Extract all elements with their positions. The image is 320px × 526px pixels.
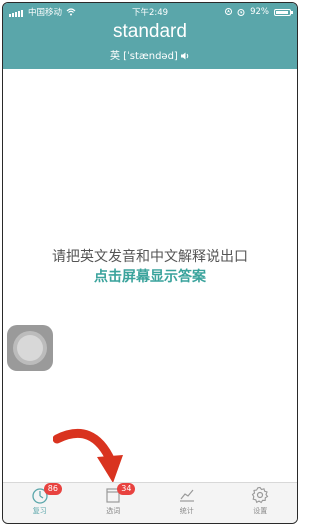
tab-stats-label: 统计 [179,507,194,515]
speaker-icon[interactable] [181,52,190,60]
alarm-icon [237,9,245,16]
phone-screen: 中国移动 下午2:49 92% standard 英 [ˈstændəd] 请把… [2,2,298,524]
red-arrow-annotation [53,428,123,483]
battery-icon [274,8,293,16]
location-icon [225,8,233,15]
tab-review[interactable]: 86 复习 [3,483,77,523]
tab-select-words-label: 选词 [106,507,121,515]
assistive-touch-button[interactable] [7,325,53,371]
tab-review-label: 复习 [32,507,47,515]
phonetic-text: 英 [ˈstændəd] [109,51,178,62]
app-header: 中国移动 下午2:49 92% standard 英 [ˈstændəd] [3,3,297,69]
review-badge: 86 [43,483,62,495]
gear-icon [252,486,269,504]
tab-settings-label: 设置 [253,507,268,515]
status-bar: 中国移动 下午2:49 92% [3,3,297,21]
phonetic[interactable]: 英 [ˈstændəd] [3,47,297,62]
word-title: standard [113,21,187,42]
tab-select-words[interactable]: 34 选词 [77,483,151,523]
battery-percent: 92% [250,7,269,17]
tab-bar: 86 复习 34 选词 统计 设置 [3,482,297,523]
select-words-badge: 34 [117,483,136,495]
reveal-answer-link[interactable]: 点击屏幕显示答案 [3,266,297,286]
stats-chart-icon [179,489,194,502]
speak-prompt: 请把英文发音和中文解释说出口 [52,249,248,265]
tab-settings[interactable]: 设置 [224,483,298,523]
tab-stats[interactable]: 统计 [150,483,224,523]
